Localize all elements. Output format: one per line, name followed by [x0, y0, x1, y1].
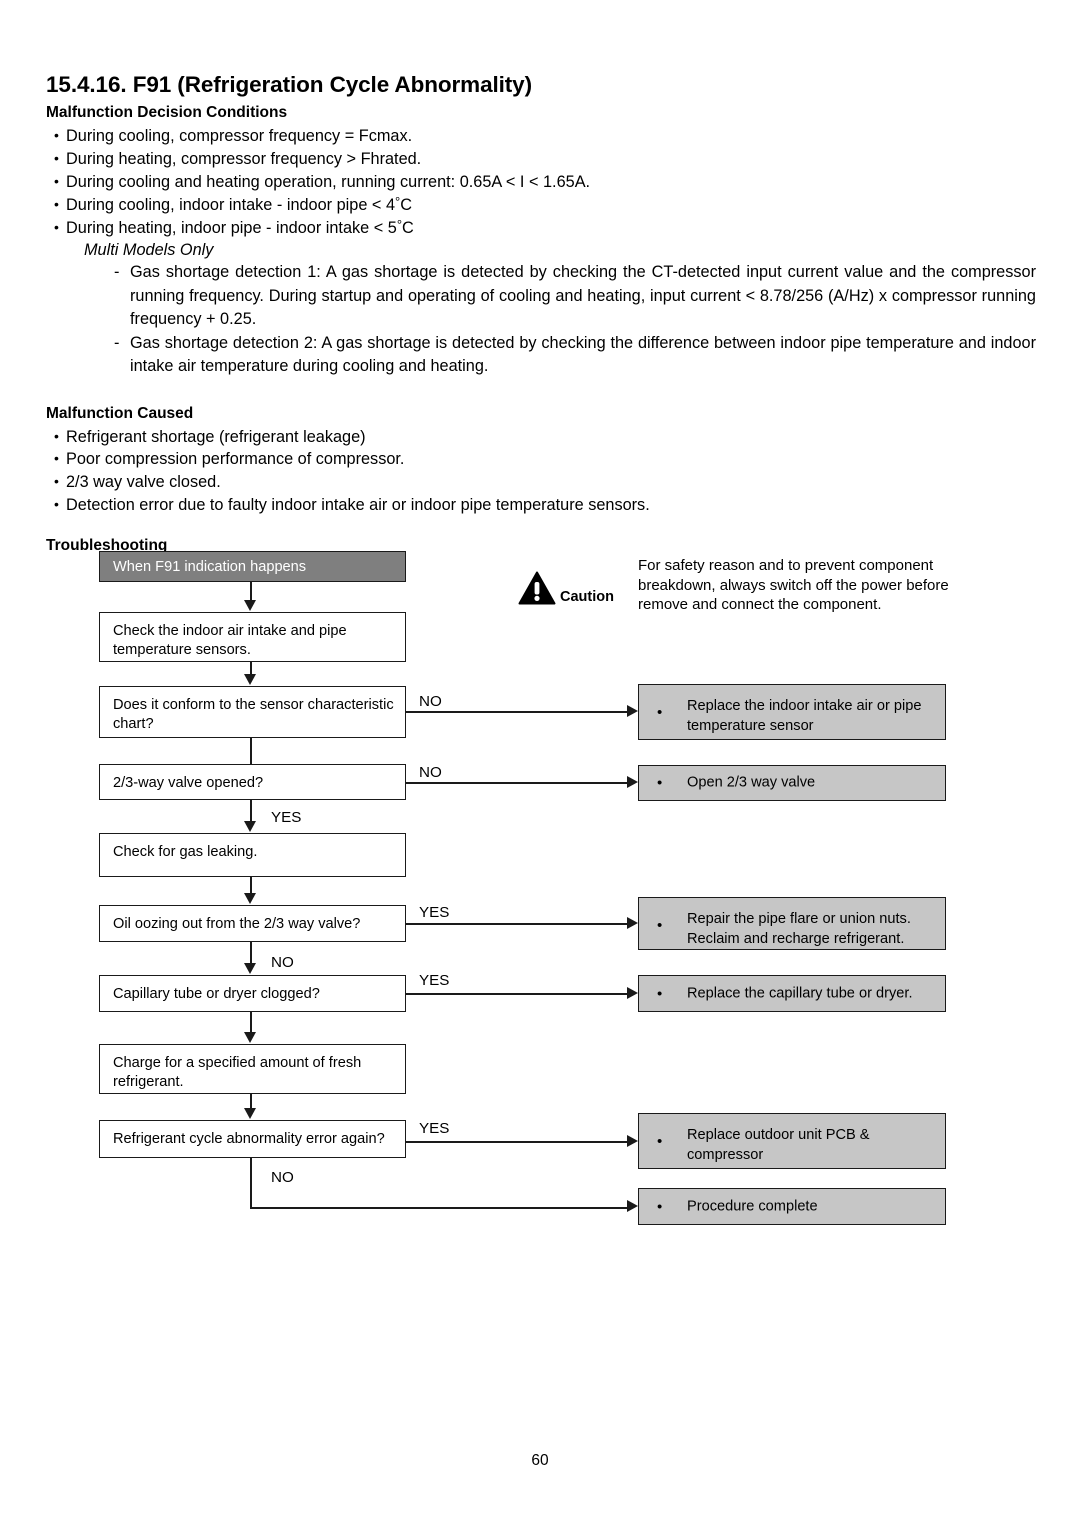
flow-node-valve-opened: 2/3-way valve opened?	[99, 764, 406, 800]
connector-line	[250, 800, 252, 821]
bullet-glyph: •	[657, 917, 663, 934]
edge-label-yes-3: YES	[419, 972, 450, 989]
flow-node-check-gas-leak: Check for gas leaking.	[99, 833, 406, 877]
flow-node-charge-refrigerant: Charge for a specified amount of fresh r…	[99, 1044, 406, 1094]
edge-label-no-2: NO	[419, 764, 442, 781]
flow-node-oil-oozing: Oil oozing out from the 2/3 way valve?	[99, 905, 406, 942]
connector-line	[250, 1207, 627, 1209]
line-1: Replace the indoor intake air or pipe	[687, 698, 922, 714]
connector-arrow	[627, 987, 638, 999]
connector-arrow	[244, 600, 256, 611]
connector-arrow	[244, 674, 256, 685]
bullet-glyph: •	[657, 704, 663, 721]
page-number: 60	[531, 1452, 549, 1469]
caution-text: For safety reason and to prevent compone…	[638, 557, 949, 613]
connector-line	[250, 582, 252, 602]
edge-label-yes-2: YES	[419, 904, 450, 921]
line-1: Replace outdoor unit PCB &	[687, 1127, 870, 1143]
flow-action-procedure-complete-text: Procedure complete	[687, 1197, 818, 1214]
flow-action-open-valve-text: Open 2/3 way valve	[687, 774, 816, 791]
flow-action-open-valve: • Open 2/3 way valve	[638, 765, 946, 801]
connector-arrow	[627, 917, 638, 929]
flow-node-error-again: Refrigerant cycle abnormality error agai…	[99, 1120, 406, 1158]
connector-arrow	[627, 1135, 638, 1147]
flow-node-start: When F91 indication happens	[99, 551, 406, 582]
connector-line	[250, 1012, 252, 1032]
connector-arrow	[244, 893, 256, 904]
connector-line	[406, 711, 627, 713]
connector-arrow	[244, 1108, 256, 1119]
connector-line	[406, 782, 627, 784]
manual-page: 15.4.16. F91 (Refrigeration Cycle Abnorm…	[0, 0, 1080, 1527]
bullet-glyph: •	[657, 1133, 663, 1150]
connector-arrow	[627, 776, 638, 788]
flow-node-capillary-clogged: Capillary tube or dryer clogged?	[99, 975, 406, 1012]
connector-arrow	[627, 1200, 638, 1212]
line-2: Reclaim and recharge refrigerant.	[687, 930, 905, 947]
connector-line	[406, 993, 627, 995]
connector-line	[406, 923, 627, 925]
edge-label-yes-1: YES	[271, 809, 302, 826]
line-2: temperature sensor	[687, 717, 814, 734]
edge-label-yes-4: YES	[419, 1120, 450, 1137]
flow-action-repair-flare: • Repair the pipe flare or union nuts. R…	[638, 897, 946, 950]
connector-line	[250, 942, 252, 963]
edge-label-no-1: NO	[419, 693, 442, 710]
connector-line	[250, 1094, 252, 1108]
flow-action-replace-capillary: • Replace the capillary tube or dryer.	[638, 975, 946, 1012]
flow-action-replace-sensor-text: Replace the indoor intake air or pipe te…	[687, 697, 921, 736]
flow-action-replace-pcb: • Replace outdoor unit PCB & compressor	[638, 1113, 946, 1169]
connector-line	[250, 1158, 252, 1209]
connector-line	[250, 738, 252, 764]
connector-line	[250, 877, 252, 893]
warning-triangle-icon	[518, 571, 556, 605]
line-1: Repair the pipe flare or union nuts.	[687, 911, 911, 927]
edge-label-no-3: NO	[271, 954, 294, 971]
connector-arrow	[244, 963, 256, 974]
caution-label: Caution	[560, 589, 614, 605]
connector-arrow	[244, 1032, 256, 1043]
flow-node-conform-chart: Does it conform to the sensor characteri…	[99, 686, 406, 738]
troubleshooting-flowchart: Caution For safety reason and to prevent…	[0, 0, 1080, 1527]
bullet-glyph: •	[657, 1198, 663, 1215]
flow-action-replace-pcb-text: Replace outdoor unit PCB & compressor	[687, 1126, 870, 1165]
flow-action-procedure-complete: • Procedure complete	[638, 1188, 946, 1225]
flow-node-check-sensors: Check the indoor air intake and pipe tem…	[99, 612, 406, 662]
connector-arrow	[244, 821, 256, 832]
flow-action-replace-capillary-text: Replace the capillary tube or dryer.	[687, 984, 913, 1001]
bullet-glyph: •	[657, 985, 663, 1002]
flow-action-repair-flare-text: Repair the pipe flare or union nuts. Rec…	[687, 910, 911, 949]
caution-note: Caution For safety reason and to prevent…	[518, 552, 988, 622]
bullet-glyph: •	[657, 774, 663, 792]
connector-line	[250, 662, 252, 674]
connector-line	[406, 1141, 627, 1143]
flow-action-replace-sensor: • Replace the indoor intake air or pipe …	[638, 684, 946, 740]
connector-arrow	[627, 705, 638, 717]
line-2: compressor	[687, 1146, 764, 1163]
edge-label-no-4: NO	[271, 1169, 294, 1186]
